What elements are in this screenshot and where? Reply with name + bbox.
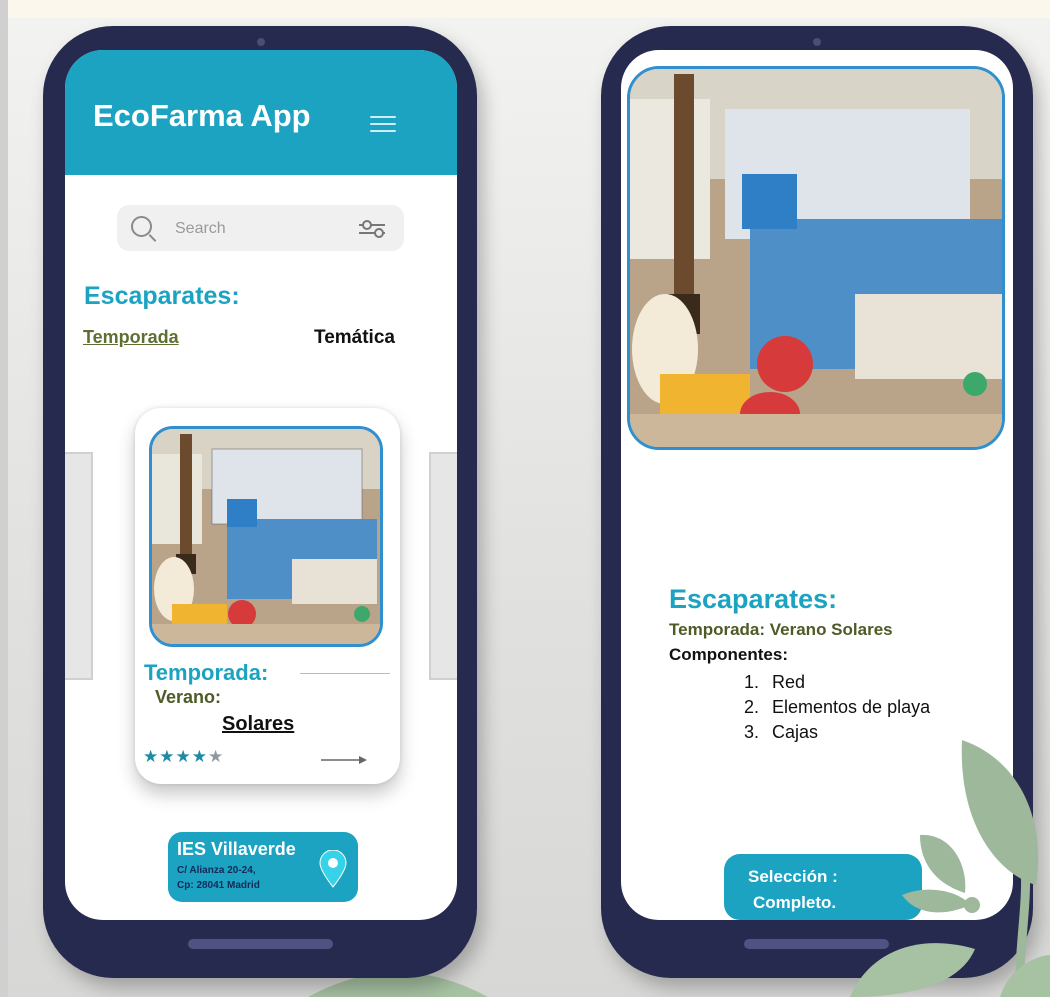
showcase-card[interactable]: Temporada: Verano: Solares ★★★★★ — [135, 408, 400, 784]
home-indicator — [188, 939, 333, 949]
hamburger-menu-icon[interactable] — [370, 116, 396, 134]
phone-frame-list: EcoFarma App Search Escaparates: Tempora… — [43, 26, 477, 978]
beach-display-photo — [152, 429, 380, 644]
leaf-decoration-icon — [850, 740, 1050, 997]
list-screen: EcoFarma App Search Escaparates: Tempora… — [65, 50, 457, 920]
divider — [300, 673, 390, 674]
components-label: Componentes: — [669, 645, 788, 664]
star-icon: ★ — [175, 747, 192, 766]
search-placeholder[interactable]: Search — [175, 220, 226, 238]
card-title: Temporada: — [144, 660, 269, 685]
detail-title: Escaparates: — [669, 584, 838, 614]
carousel-prev-card[interactable] — [65, 452, 93, 680]
list-item: 1. Red — [744, 672, 806, 692]
section-title: Escaparates: — [84, 282, 240, 310]
top-strip — [0, 0, 1050, 18]
showcase-photo — [149, 426, 383, 647]
card-subtitle: Verano: — [155, 687, 222, 707]
detail-season: Temporada: Verano Solares — [669, 620, 893, 639]
filter-icon[interactable] — [359, 220, 385, 238]
tab-temporada[interactable]: Temporada — [83, 327, 179, 348]
tab-tematica[interactable]: Temática — [314, 327, 395, 349]
map-pin-icon — [319, 850, 347, 888]
search-icon — [131, 216, 152, 237]
star-icon: ★ — [191, 747, 208, 766]
card-item-link[interactable]: Solares — [222, 713, 294, 736]
selection-label: Selección : — [748, 867, 838, 886]
arrow-right-icon[interactable] — [321, 755, 367, 765]
camera-notch — [813, 38, 821, 46]
carousel-next-card[interactable] — [429, 452, 457, 680]
location-address-street: C/ Alianza 20-24, — [177, 865, 256, 876]
location-address-postcode: Cp: 28041 Madrid — [177, 880, 260, 891]
components-list: 1. Red 2. Elementos de playa 3. Cajas — [744, 670, 930, 745]
beach-display-photo — [630, 69, 1002, 447]
selection-value: Completo. — [753, 893, 837, 912]
rating-stars: ★★★★★ — [143, 747, 224, 767]
location-button[interactable]: IES Villaverde C/ Alianza 20-24, Cp: 280… — [168, 832, 358, 902]
search-bar[interactable]: Search — [117, 205, 404, 251]
left-edge — [0, 0, 8, 997]
app-header: EcoFarma App — [65, 50, 457, 175]
app-title: EcoFarma App — [93, 98, 311, 133]
star-icon: ★ — [143, 747, 160, 766]
star-icon: ★ — [208, 747, 225, 766]
camera-notch — [257, 38, 265, 46]
list-item: 2. Elementos de playa — [744, 697, 931, 717]
star-icon: ★ — [159, 747, 176, 766]
location-name: IES Villaverde — [177, 839, 296, 859]
detail-photo — [627, 66, 1005, 450]
